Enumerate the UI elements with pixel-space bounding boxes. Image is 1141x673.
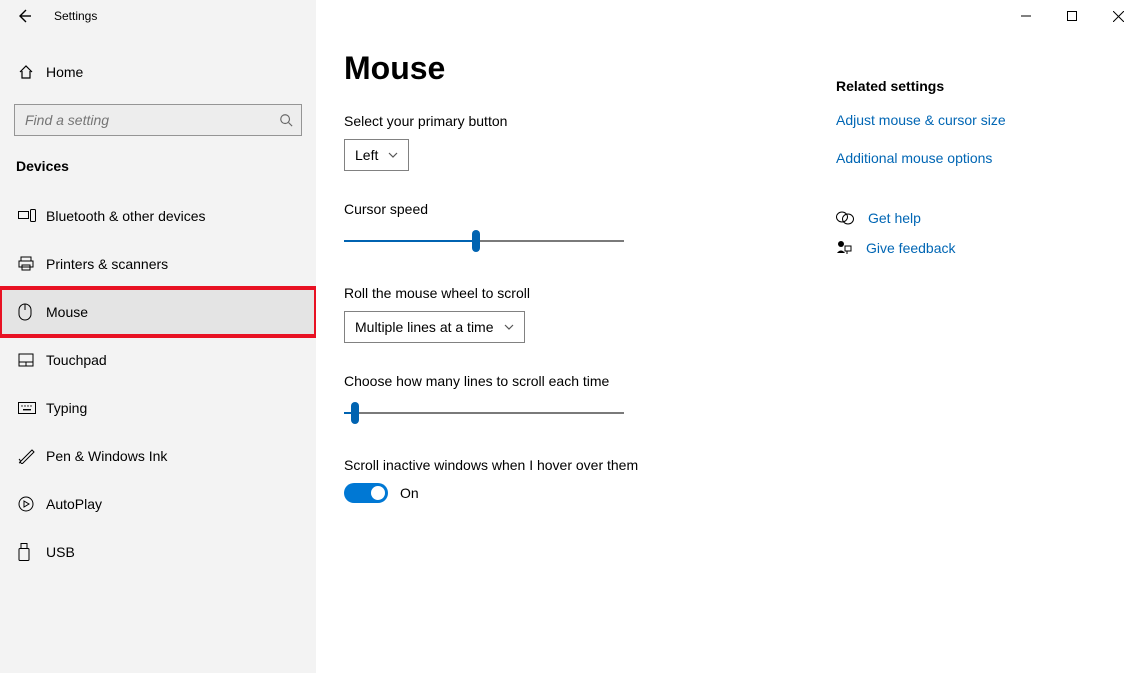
main-content: Mouse Select your primary button Left Cu… (316, 0, 1141, 673)
lines-scroll-label: Choose how many lines to scroll each tim… (344, 373, 836, 389)
keyboard-icon (18, 402, 46, 414)
mouse-icon (18, 303, 46, 321)
sidebar-nav: Bluetooth & other devices Printers & sca… (0, 182, 316, 576)
slider-fill (344, 240, 476, 242)
chevron-down-icon (388, 152, 398, 158)
wheel-scroll-label: Roll the mouse wheel to scroll (344, 285, 836, 301)
related-settings-panel: Related settings Adjust mouse & cursor s… (836, 0, 1101, 673)
give-feedback-label: Give feedback (866, 240, 956, 256)
page-title: Mouse (344, 50, 836, 87)
slider-thumb[interactable] (351, 402, 359, 424)
inactive-windows-toggle[interactable] (344, 483, 388, 503)
home-label: Home (46, 64, 83, 80)
autoplay-icon (18, 496, 46, 512)
minimize-button[interactable] (1003, 0, 1049, 32)
window-title: Settings (48, 9, 97, 23)
help-icon (836, 210, 854, 226)
sidebar-item-label: Touchpad (46, 352, 107, 368)
get-help-label: Get help (868, 210, 921, 226)
give-feedback-link[interactable]: Give feedback (836, 240, 1081, 256)
sidebar-item-mouse[interactable]: Mouse (0, 288, 316, 336)
touchpad-icon (18, 353, 46, 367)
back-button[interactable] (0, 0, 48, 32)
close-button[interactable] (1095, 0, 1141, 32)
slider-thumb[interactable] (472, 230, 480, 252)
sidebar-item-label: USB (46, 544, 75, 560)
wheel-scroll-value: Multiple lines at a time (355, 319, 494, 335)
search-icon (279, 113, 293, 127)
primary-button-value: Left (355, 147, 378, 163)
wheel-scroll-select[interactable]: Multiple lines at a time (344, 311, 525, 343)
inactive-windows-value: On (400, 485, 419, 501)
link-adjust-mouse-size[interactable]: Adjust mouse & cursor size (836, 112, 1081, 128)
devices-icon (18, 209, 46, 223)
sidebar-item-autoplay[interactable]: AutoPlay (0, 480, 316, 528)
search-input[interactable] (25, 112, 279, 128)
home-icon (18, 64, 46, 80)
sidebar-section-label: Devices (0, 136, 316, 182)
cursor-speed-label: Cursor speed (344, 201, 836, 217)
related-heading: Related settings (836, 78, 1081, 94)
inactive-windows-label: Scroll inactive windows when I hover ove… (344, 457, 836, 473)
sidebar: Settings Home Devices Bluetooth & oth (0, 0, 316, 673)
slider-track (344, 412, 624, 414)
toggle-knob (371, 486, 385, 500)
printer-icon (18, 256, 46, 272)
get-help-link[interactable]: Get help (836, 210, 1081, 226)
search-input-wrap[interactable] (14, 104, 302, 136)
sidebar-item-home[interactable]: Home (0, 50, 316, 94)
sidebar-item-label: Mouse (46, 304, 88, 320)
sidebar-item-label: Bluetooth & other devices (46, 208, 206, 224)
cursor-speed-slider[interactable] (344, 227, 624, 255)
sidebar-item-usb[interactable]: USB (0, 528, 316, 576)
usb-icon (18, 543, 46, 561)
sidebar-item-bluetooth[interactable]: Bluetooth & other devices (0, 192, 316, 240)
sidebar-item-label: AutoPlay (46, 496, 102, 512)
titlebar-left: Settings (0, 0, 316, 32)
feedback-icon (836, 240, 852, 256)
primary-button-select[interactable]: Left (344, 139, 409, 171)
link-additional-mouse-options[interactable]: Additional mouse options (836, 150, 1081, 166)
sidebar-item-typing[interactable]: Typing (0, 384, 316, 432)
maximize-button[interactable] (1049, 0, 1095, 32)
chevron-down-icon (504, 324, 514, 330)
sidebar-item-printers[interactable]: Printers & scanners (0, 240, 316, 288)
sidebar-item-pen[interactable]: Pen & Windows Ink (0, 432, 316, 480)
window-controls (1003, 0, 1141, 32)
sidebar-item-label: Printers & scanners (46, 256, 168, 272)
pen-icon (18, 448, 46, 464)
sidebar-item-label: Typing (46, 400, 87, 416)
sidebar-item-touchpad[interactable]: Touchpad (0, 336, 316, 384)
sidebar-item-label: Pen & Windows Ink (46, 448, 167, 464)
primary-button-label: Select your primary button (344, 113, 836, 129)
lines-scroll-slider[interactable] (344, 399, 624, 427)
